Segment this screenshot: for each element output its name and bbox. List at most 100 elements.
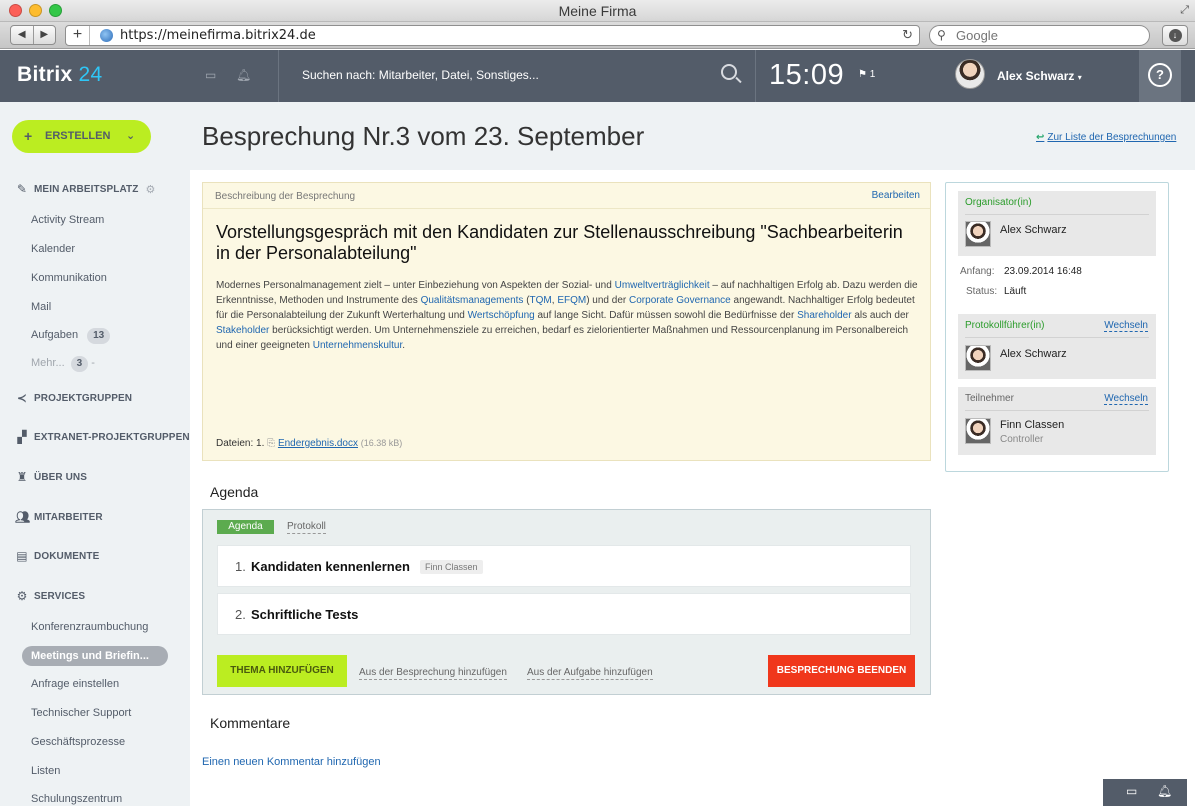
address-bar[interactable]: + https://meinefirma.bitrix24.de ↻ xyxy=(65,25,920,46)
flag-counter[interactable]: ⚑ 1 xyxy=(858,69,875,80)
header-search-icon[interactable] xyxy=(721,64,737,80)
sidebar-section-workspace[interactable]: ✎ MEIN ARBEITSPLATZ ⚙ xyxy=(15,182,155,196)
add-from-meeting-link[interactable]: Aus der Besprechung hinzufügen xyxy=(359,666,507,680)
wiki-link[interactable]: Stakeholder xyxy=(216,325,269,336)
change-protocol-link[interactable]: Wechseln xyxy=(1104,320,1148,332)
sidebar-section-about[interactable]: ♜ ÜBER UNS xyxy=(15,470,87,484)
chat-icon[interactable]: ▭ xyxy=(205,68,216,82)
agenda-item-responsible[interactable]: Finn Classen xyxy=(420,560,483,574)
chevron-down-icon: ▾ xyxy=(1077,73,1082,82)
wiki-link[interactable]: EFQM xyxy=(557,295,586,306)
sidebar-item-request[interactable]: Anfrage einstellen xyxy=(31,678,119,690)
start-label: Anfang: xyxy=(960,266,995,277)
downloads-button[interactable]: ↓ xyxy=(1162,25,1188,46)
status-value: Läuft xyxy=(1004,286,1027,297)
reload-icon[interactable]: ↻ xyxy=(902,27,913,43)
more-label: Mehr... xyxy=(31,357,65,369)
participant-name[interactable]: Finn Classen xyxy=(1000,419,1064,431)
app-header: Bitrix 24 ▭ 🔔︎ Suchen nach: Mitarbeiter, … xyxy=(0,50,1195,102)
tab-protocol[interactable]: Protokoll xyxy=(287,520,326,534)
help-button[interactable]: ? xyxy=(1139,50,1181,102)
participant-avatar[interactable] xyxy=(965,418,991,444)
header-divider xyxy=(755,50,756,102)
wiki-link[interactable]: Shareholder xyxy=(797,310,851,321)
global-search-input[interactable]: Suchen nach: Mitarbeiter, Datei, Sonstig… xyxy=(302,68,539,82)
logo-name: Bitrix xyxy=(17,63,73,86)
sidebar-section-employees[interactable]: 👥︎ MITARBEITER xyxy=(15,510,103,524)
protocol-label: Protokollführer(in) xyxy=(965,320,1045,331)
sidebar-item-mail[interactable]: Mail xyxy=(31,301,51,313)
description-text: Modernes Personalmanagement zielt – unte… xyxy=(216,278,926,353)
close-window-button[interactable] xyxy=(9,4,22,17)
users-icon: 👥︎ xyxy=(15,510,31,524)
back-to-list-link[interactable]: ↩ Zur Liste der Besprechungen xyxy=(1036,132,1176,143)
browser-search-input[interactable] xyxy=(956,28,1136,43)
create-button[interactable]: + ERSTELLEN ⌄ xyxy=(12,120,151,153)
left-sidebar: + ERSTELLEN ⌄ ✎ MEIN ARBEITSPLATZ ⚙ Acti… xyxy=(0,102,190,806)
user-menu[interactable]: Alex Schwarz ▾ xyxy=(997,69,1082,83)
tab-agenda[interactable]: Agenda xyxy=(217,520,274,534)
fullscreen-icon[interactable]: ⤢ xyxy=(1180,4,1189,17)
chat-icon[interactable]: ▭ xyxy=(1126,784,1137,798)
sidebar-item-room-booking[interactable]: Konferenzraumbuchung xyxy=(31,621,148,633)
wiki-link[interactable]: Qualitätsmanagements xyxy=(421,295,524,306)
forward-arrow-icon[interactable]: ▶ xyxy=(34,26,56,44)
bitrix-logo[interactable]: Bitrix 24 xyxy=(17,63,102,87)
meeting-content: Beschreibung der Besprechung Bearbeiten … xyxy=(190,170,1195,806)
more-dash: - xyxy=(91,357,95,369)
description-header-label: Beschreibung der Besprechung xyxy=(215,191,356,202)
edit-description-link[interactable]: Bearbeiten xyxy=(872,190,920,201)
agenda-item[interactable]: 1. Kandidaten kennenlernen Finn Classen xyxy=(217,545,911,587)
new-tab-plus-icon[interactable]: + xyxy=(66,26,90,45)
flag-count: 1 xyxy=(869,69,876,80)
url-text[interactable]: https://meinefirma.bitrix24.de xyxy=(120,27,316,45)
organizer-name[interactable]: Alex Schwarz xyxy=(1000,224,1067,236)
bell-icon[interactable]: 🔔︎ xyxy=(236,68,251,82)
sidebar-item-meetings[interactable]: Meetings und Briefin... xyxy=(22,646,168,666)
agenda-item[interactable]: 2. Schriftliche Tests xyxy=(217,593,911,635)
browser-search[interactable]: ⚲ xyxy=(929,25,1150,46)
gear-icon[interactable]: ⚙ xyxy=(145,183,155,196)
sidebar-item-lists[interactable]: Listen xyxy=(31,765,60,777)
sidebar-item-training[interactable]: Schulungszentrum xyxy=(31,793,122,805)
divider xyxy=(965,337,1149,338)
divider xyxy=(965,214,1149,215)
sidebar-section-documents[interactable]: ▤ DOKUMENTE xyxy=(15,549,99,563)
wiki-link[interactable]: Corporate Governance xyxy=(629,295,731,306)
meeting-info-card: Organisator(in) Alex Schwarz Anfang: 23.… xyxy=(945,182,1169,472)
add-from-task-link[interactable]: Aus der Aufgabe hinzufügen xyxy=(527,666,653,680)
sidebar-item-communication[interactable]: Kommunikation xyxy=(31,272,107,284)
wiki-link[interactable]: Unternehmenskultur xyxy=(313,340,403,351)
maximize-window-button[interactable] xyxy=(49,4,62,17)
workday-clock[interactable]: 15:09 xyxy=(769,59,844,92)
browser-toolbar: ◀ ▶ + https://meinefirma.bitrix24.de ↻ ⚲… xyxy=(0,22,1195,49)
back-arrow-icon[interactable]: ◀ xyxy=(11,26,34,44)
sidebar-item-tasks[interactable]: Aufgaben 13 xyxy=(31,328,111,344)
wiki-link[interactable]: Umweltverträglichkeit xyxy=(615,280,710,291)
sidebar-section-projects[interactable]: ≺ PROJEKTGRUPPEN xyxy=(15,391,132,405)
file-link[interactable]: Endergebnis.docx xyxy=(278,438,358,449)
add-comment-link[interactable]: Einen neuen Kommentar hinzufügen xyxy=(202,756,381,768)
agenda-item-title: Kandidaten kennenlernen xyxy=(251,559,410,574)
organizer-avatar[interactable] xyxy=(965,221,991,247)
wiki-link[interactable]: TQM xyxy=(530,295,552,306)
bell-icon[interactable]: 🔔︎ xyxy=(1157,784,1172,798)
section-label: DOKUMENTE xyxy=(34,550,100,562)
sidebar-item-support[interactable]: Technischer Support xyxy=(31,707,131,719)
minimize-window-button[interactable] xyxy=(29,4,42,17)
sidebar-item-activity-stream[interactable]: Activity Stream xyxy=(31,214,104,226)
sidebar-item-calendar[interactable]: Kalender xyxy=(31,243,75,255)
agenda-heading: Agenda xyxy=(210,484,259,500)
protocol-name[interactable]: Alex Schwarz xyxy=(1000,348,1067,360)
protocol-avatar[interactable] xyxy=(965,345,991,371)
wiki-link[interactable]: Wertschöpfung xyxy=(468,310,535,321)
end-meeting-button[interactable]: BESPRECHUNG BEENDEN xyxy=(768,655,915,687)
sidebar-section-extranet[interactable]: ▞ EXTRANET-PROJEKTGRUPPEN xyxy=(15,430,190,444)
user-avatar[interactable] xyxy=(955,59,985,89)
participants-block: Teilnehmer Wechseln Finn Classen Control… xyxy=(958,387,1156,455)
sidebar-item-more[interactable]: Mehr... 3 - xyxy=(31,356,95,372)
sidebar-item-processes[interactable]: Geschäftsprozesse xyxy=(31,736,125,748)
sidebar-section-services[interactable]: ⚙ SERVICES xyxy=(15,589,86,603)
add-topic-button[interactable]: THEMA HINZUFÜGEN xyxy=(217,655,347,687)
change-participants-link[interactable]: Wechseln xyxy=(1104,393,1148,405)
